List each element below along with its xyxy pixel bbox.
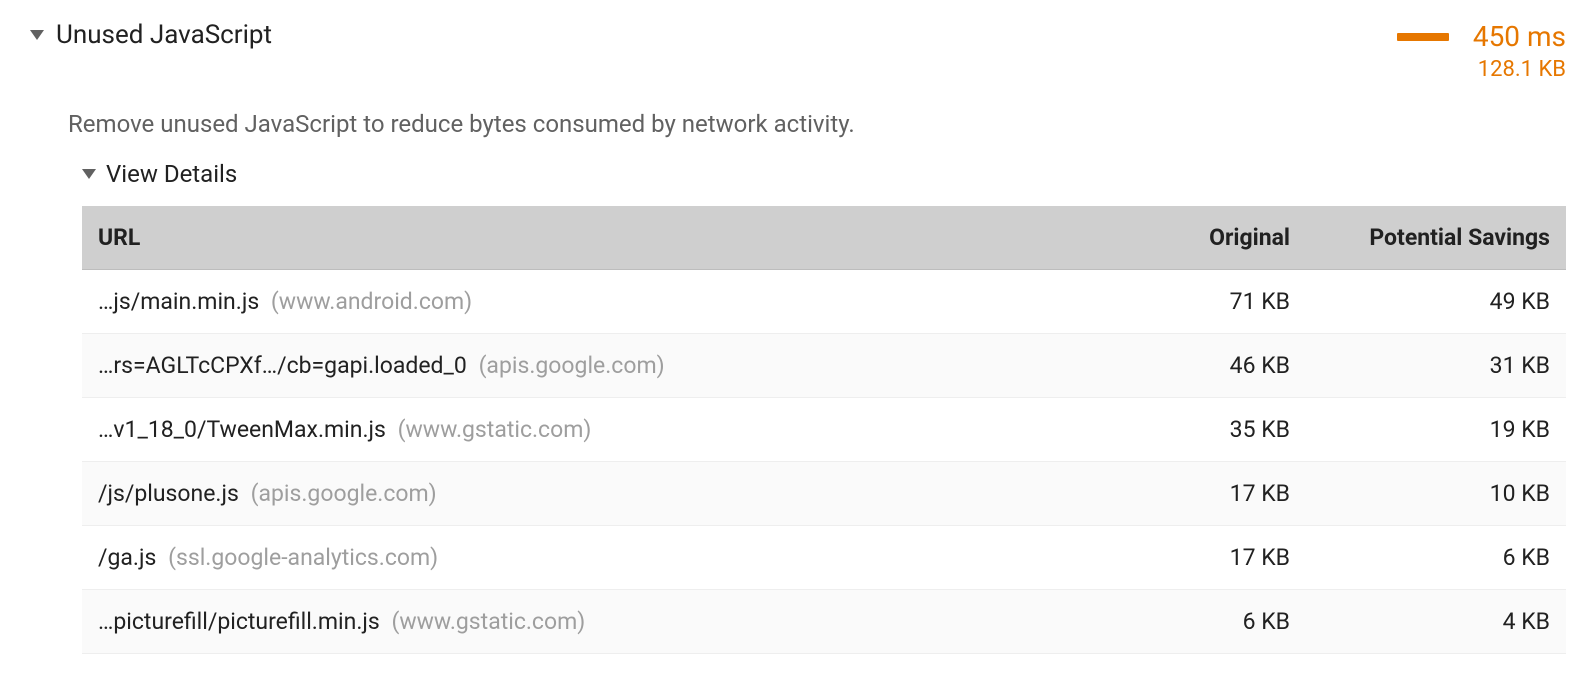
- view-details-label: View Details: [106, 160, 237, 188]
- cell-original: 71 KB: [1126, 270, 1306, 334]
- cell-original: 6 KB: [1126, 590, 1306, 654]
- metric-row: 450 ms: [1397, 20, 1566, 53]
- table-row: …v1_18_0/TweenMax.min.js (www.gstatic.co…: [82, 398, 1566, 462]
- cell-url[interactable]: /js/plusone.js (apis.google.com): [82, 462, 1126, 526]
- cell-original: 17 KB: [1126, 526, 1306, 590]
- chevron-down-icon: [82, 169, 96, 179]
- url-path: /js/plusone.js: [98, 480, 239, 507]
- view-details-toggle[interactable]: View Details: [82, 160, 1566, 188]
- url-path: …rs=AGLTcCPXf…/cb=gapi.loaded_0: [98, 352, 467, 379]
- cell-url[interactable]: /ga.js (ssl.google-analytics.com): [82, 526, 1126, 590]
- table-row: …rs=AGLTcCPXf…/cb=gapi.loaded_0 (apis.go…: [82, 334, 1566, 398]
- col-header-original[interactable]: Original: [1126, 206, 1306, 270]
- cell-savings: 49 KB: [1306, 270, 1566, 334]
- chevron-down-icon: [30, 30, 44, 40]
- url-path: …v1_18_0/TweenMax.min.js: [98, 416, 386, 443]
- table-row: …js/main.min.js (www.android.com)71 KB49…: [82, 270, 1566, 334]
- details-section: View Details URL Original Potential Savi…: [82, 160, 1566, 654]
- url-host: (www.android.com): [271, 288, 472, 315]
- details-table: URL Original Potential Savings …js/main.…: [82, 206, 1566, 654]
- cell-url[interactable]: …picturefill/picturefill.min.js (www.gst…: [82, 590, 1126, 654]
- audit-header-right: 450 ms 128.1 KB: [1397, 20, 1566, 82]
- url-path: …picturefill/picturefill.min.js: [98, 608, 380, 635]
- audit-title: Unused JavaScript: [56, 20, 272, 50]
- cell-savings: 10 KB: [1306, 462, 1566, 526]
- bar-indicator-icon: [1397, 33, 1449, 41]
- url-host: (apis.google.com): [479, 352, 665, 379]
- audit-description: Remove unused JavaScript to reduce bytes…: [68, 110, 1566, 138]
- cell-savings: 4 KB: [1306, 590, 1566, 654]
- audit-header-row: Unused JavaScript 450 ms 128.1 KB: [30, 20, 1566, 82]
- cell-url[interactable]: …rs=AGLTcCPXf…/cb=gapi.loaded_0 (apis.go…: [82, 334, 1126, 398]
- cell-savings: 6 KB: [1306, 526, 1566, 590]
- table-row: /ga.js (ssl.google-analytics.com)17 KB6 …: [82, 526, 1566, 590]
- cell-original: 46 KB: [1126, 334, 1306, 398]
- cell-original: 35 KB: [1126, 398, 1306, 462]
- cell-savings: 19 KB: [1306, 398, 1566, 462]
- col-header-savings[interactable]: Potential Savings: [1306, 206, 1566, 270]
- time-metric: 450 ms: [1473, 20, 1566, 53]
- cell-url[interactable]: …js/main.min.js (www.android.com): [82, 270, 1126, 334]
- url-path: /ga.js: [98, 544, 156, 571]
- audit-header-left[interactable]: Unused JavaScript: [30, 20, 1397, 50]
- table-row: /js/plusone.js (apis.google.com)17 KB10 …: [82, 462, 1566, 526]
- col-header-url[interactable]: URL: [82, 206, 1126, 270]
- size-metric: 128.1 KB: [1478, 57, 1566, 82]
- table-header-row: URL Original Potential Savings: [82, 206, 1566, 270]
- cell-url[interactable]: …v1_18_0/TweenMax.min.js (www.gstatic.co…: [82, 398, 1126, 462]
- cell-savings: 31 KB: [1306, 334, 1566, 398]
- url-host: (ssl.google-analytics.com): [168, 544, 438, 571]
- url-host: (apis.google.com): [251, 480, 437, 507]
- details-table-container: URL Original Potential Savings …js/main.…: [82, 206, 1566, 654]
- table-row: …picturefill/picturefill.min.js (www.gst…: [82, 590, 1566, 654]
- cell-original: 17 KB: [1126, 462, 1306, 526]
- url-host: (www.gstatic.com): [398, 416, 592, 443]
- url-path: …js/main.min.js: [98, 288, 259, 315]
- url-host: (www.gstatic.com): [391, 608, 585, 635]
